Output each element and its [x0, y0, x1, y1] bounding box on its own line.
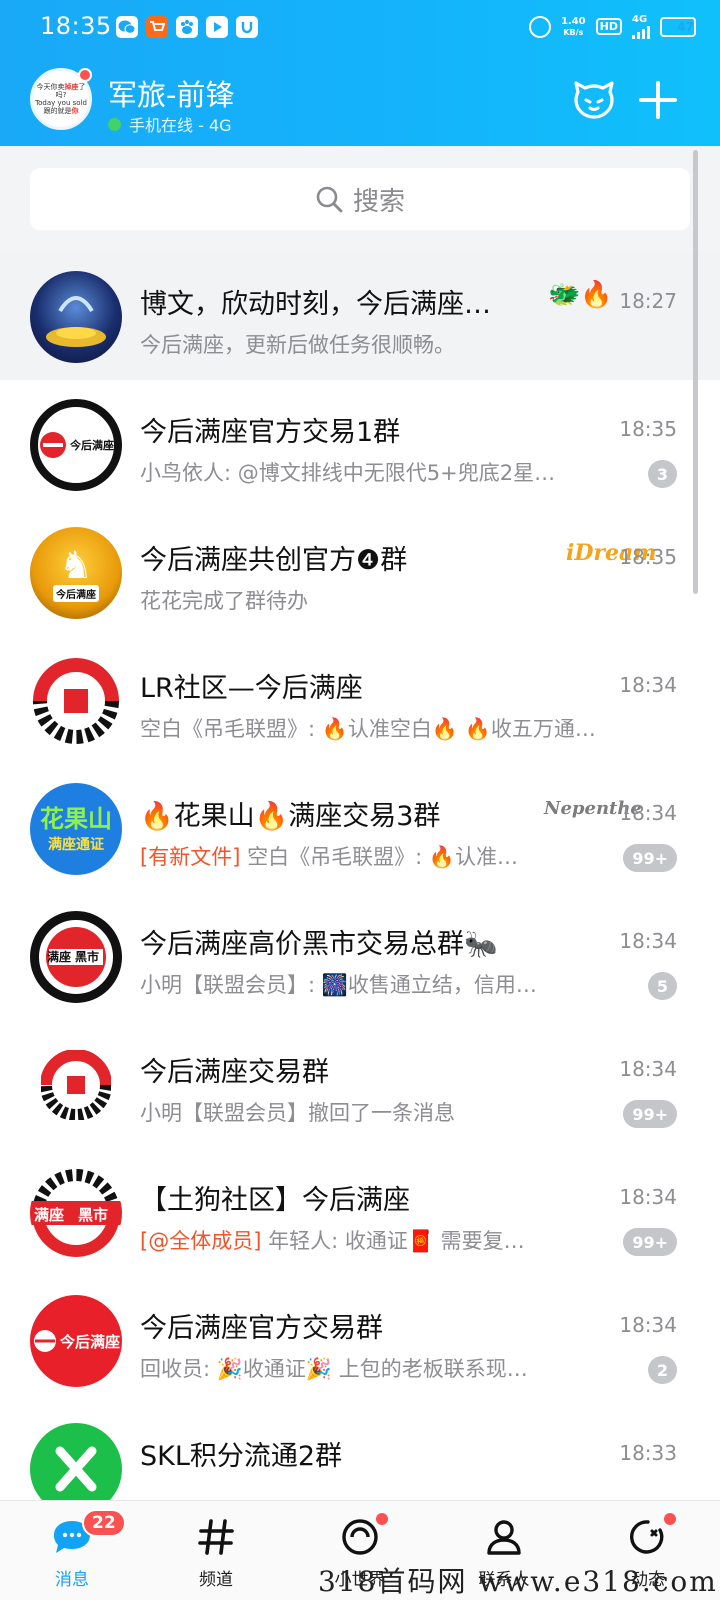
- scrollbar[interactable]: [693, 150, 698, 594]
- chat-avatar: 今后满座: [30, 1295, 122, 1387]
- chat-title: 今后满座官方交易1群: [140, 417, 401, 448]
- unread-badge: 99+: [623, 1100, 677, 1128]
- chat-title: 今后满座共创官方❹群: [140, 545, 408, 576]
- profile-unread-dot: [78, 68, 92, 82]
- chat-time: 18:35: [619, 417, 677, 441]
- online-dot-icon: [108, 117, 121, 131]
- nav-label: 频道: [199, 1570, 233, 1590]
- search-area: 搜索: [0, 146, 720, 252]
- chat-time: 18:33: [619, 1441, 677, 1465]
- chat-avatar: [30, 271, 122, 363]
- chat-time: 18:34: [619, 1057, 677, 1081]
- chat-title: 博文，欣动时刻，今后满座…: [140, 289, 491, 320]
- moments-dot: [662, 1511, 678, 1527]
- chat-preview: [有新文件] 空白《吊毛联盟》: 🔥认准…: [140, 845, 518, 869]
- chat-avatar: 满座 黑市: [30, 1167, 122, 1259]
- watermark: 318首码网 www.e318.com: [318, 1565, 718, 1598]
- nav-messages[interactable]: 22 消息: [0, 1501, 144, 1600]
- status-time: 18:35: [40, 12, 112, 40]
- list-item[interactable]: SKL积分流通2群 18:33: [0, 1404, 720, 1515]
- chat-time: 18:34: [619, 673, 677, 697]
- nav-channels[interactable]: 频道: [144, 1501, 288, 1600]
- chat-preview: 花花完成了群待办: [140, 589, 308, 613]
- unread-badge: 2: [647, 1356, 677, 1384]
- chat-title: 今后满座高价黑市交易总群🐜: [140, 929, 498, 960]
- chat-avatar: 黑市 满座: [30, 911, 122, 1003]
- chat-avatar: 今后满座: [30, 399, 122, 491]
- chat-avatar: [30, 655, 122, 747]
- list-item[interactable]: LR社区—今后满座 18:34 空白《吊毛联盟》: 🔥认准空白🔥 🔥收五万通…: [0, 636, 720, 764]
- pet-icon: [574, 81, 614, 119]
- status-bar: 18:35 1.40 KB/s HD 4G 47: [0, 0, 720, 56]
- chat-avatar: [30, 1039, 122, 1131]
- app-header: 18:35 1.40 KB/s HD 4G 47 今天你卖掉座了吗? Today…: [0, 0, 720, 146]
- network-speed: 1.40 KB/s: [560, 15, 586, 37]
- unread-badge: 3: [647, 460, 677, 488]
- chat-title: 今后满座交易群: [140, 1057, 329, 1088]
- chat-preview: 今后满座，更新后做任务很顺畅。: [140, 333, 455, 357]
- alarm-icon: [528, 15, 551, 38]
- chat-time: 18:34: [619, 929, 677, 953]
- status-right: 1.40 KB/s HD 4G 47: [528, 14, 696, 39]
- chat-preview: [@全体成员] 年轻人: 收通证🧧 需要复…: [140, 1229, 525, 1253]
- chat-title: 🔥花果山🔥满座交易3群: [140, 801, 441, 832]
- list-item[interactable]: ♞ 今后满座 今后满座共创官方❹群 iDream 18:35 花花完成了群待办: [0, 508, 720, 636]
- shopping-app-icon: [146, 16, 168, 38]
- chat-title: 【土狗社区】今后满座: [140, 1185, 410, 1216]
- online-status-text: 手机在线 - 4G: [129, 116, 232, 135]
- plus-icon: [639, 81, 677, 119]
- chat-avatar: 花果山 满座通证: [30, 783, 122, 875]
- pet-button[interactable]: [570, 76, 618, 124]
- list-item[interactable]: 今后满座 今后满座官方交易群 18:34 回收员: 🎉收通证🎉 上包的老板联系现…: [0, 1276, 720, 1404]
- u-app-icon: [236, 16, 258, 38]
- chat-time: 18:34: [619, 801, 677, 825]
- chat-preview: 小鸟依人: @博文排线中无限代5+兜底2星…: [140, 461, 556, 485]
- chat-title: 今后满座官方交易群: [140, 1313, 383, 1344]
- chat-time: 18:34: [619, 1185, 677, 1209]
- unread-badge: 99+: [623, 1228, 677, 1256]
- notification-icons: [116, 16, 258, 38]
- video-app-icon: [206, 16, 228, 38]
- nav-label: 消息: [55, 1570, 89, 1590]
- chat-preview: 空白《吊毛联盟》: 🔥认准空白🔥 🔥收五万通…: [140, 717, 596, 741]
- hashtag-icon: [192, 1515, 240, 1559]
- chat-title-emoji: 🐲🔥: [548, 280, 613, 310]
- chat-title: SKL积分流通2群: [140, 1441, 343, 1472]
- chat-preview: 小明【联盟会员】: 🎆收售通立结，信用…: [140, 973, 537, 997]
- list-item[interactable]: 今后满座交易群 18:34 小明【联盟会员】撤回了一条消息 99+: [0, 1020, 720, 1148]
- small-world-dot: [374, 1511, 390, 1527]
- baidu-icon: [176, 16, 198, 38]
- list-item[interactable]: 今后满座 今后满座官方交易1群 18:35 小鸟依人: @博文排线中无限代5+兜…: [0, 380, 720, 508]
- online-status[interactable]: 手机在线 - 4G: [108, 112, 232, 136]
- chat-avatar: ♞ 今后满座: [30, 527, 122, 619]
- search-placeholder: 搜索: [352, 186, 405, 217]
- signal-4g: 4G: [632, 14, 650, 39]
- chat-time: 18:35: [619, 545, 677, 569]
- battery-icon: 47: [660, 16, 696, 37]
- unread-badge: 5: [647, 972, 677, 1000]
- messages-unread-badge: 22: [82, 1509, 126, 1537]
- wechat-icon: [116, 16, 138, 38]
- search-icon: [316, 186, 343, 213]
- list-item[interactable]: 花果山 满座通证 🔥花果山🔥满座交易3群 Nepenthe 18:34 [有新文…: [0, 764, 720, 892]
- profile-name[interactable]: 军旅-前锋: [108, 72, 234, 114]
- contacts-icon: [480, 1515, 528, 1559]
- list-item[interactable]: 博文，欣动时刻，今后满座… 🐲🔥 18:27 今后满座，更新后做任务很顺畅。: [0, 252, 720, 380]
- chat-preview: 小明【联盟会员】撤回了一条消息: [140, 1101, 455, 1125]
- list-item[interactable]: 满座 黑市 【土狗社区】今后满座 18:34 [@全体成员] 年轻人: 收通证🧧…: [0, 1148, 720, 1276]
- chat-time: 18:34: [619, 1313, 677, 1337]
- chat-time: 18:27: [619, 289, 677, 313]
- list-item[interactable]: 黑市 满座 今后满座高价黑市交易总群🐜 18:34 小明【联盟会员】: 🎆收售通…: [0, 892, 720, 1020]
- unread-badge: 99+: [623, 844, 677, 872]
- search-input[interactable]: 搜索: [30, 168, 690, 230]
- chat-title: LR社区—今后满座: [140, 673, 363, 704]
- hd-icon: HD: [595, 18, 622, 35]
- chat-preview: 回收员: 🎉收通证🎉 上包的老板联系现…: [140, 1357, 528, 1381]
- add-button[interactable]: [634, 76, 682, 124]
